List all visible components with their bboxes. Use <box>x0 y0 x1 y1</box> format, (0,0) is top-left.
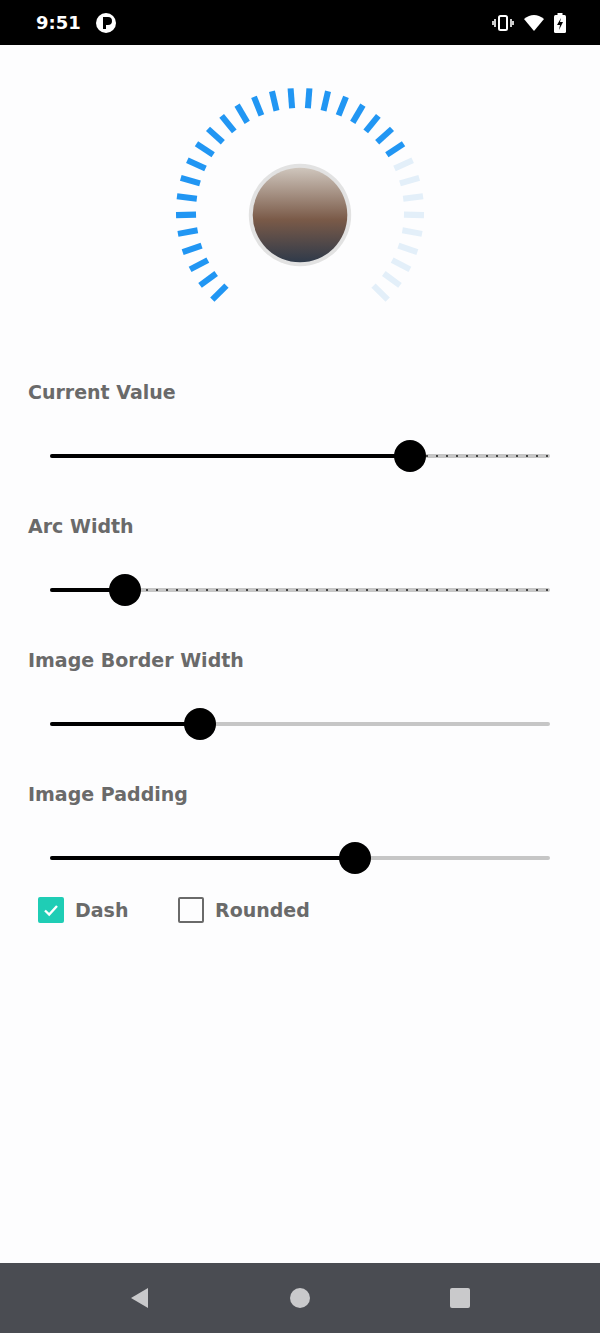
options-row: Dash Rounded <box>0 894 600 926</box>
gauge-dash <box>400 178 419 184</box>
back-button[interactable] <box>112 1270 168 1326</box>
back-icon <box>128 1286 152 1310</box>
slider-track[interactable] <box>50 856 550 860</box>
progress-gauge <box>160 72 440 352</box>
slider-label: Image Padding <box>0 780 600 808</box>
gauge-dash <box>353 105 363 122</box>
slider-row: Image Padding <box>0 780 600 914</box>
gauge-section <box>0 45 600 378</box>
slider-track[interactable] <box>50 454 550 458</box>
home-button[interactable] <box>272 1270 328 1326</box>
vibrate-icon <box>492 14 514 32</box>
recents-button[interactable] <box>432 1270 488 1326</box>
app-notification-icon <box>95 12 117 34</box>
slider-label: Current Value <box>0 378 600 406</box>
gauge-dash <box>392 260 410 269</box>
gauge-dashes <box>176 88 424 299</box>
checkbox[interactable] <box>178 897 204 923</box>
gauge-dash <box>366 116 379 132</box>
status-time: 9:51 <box>36 12 81 33</box>
content: Current Value Arc Width Image Border Width… <box>0 45 600 1263</box>
slider-row: Current Value <box>0 378 600 512</box>
gauge-dash <box>402 230 422 234</box>
gauge-dash <box>291 88 293 108</box>
slider-thumb[interactable] <box>109 574 141 606</box>
slider-thumb[interactable] <box>394 440 426 472</box>
check-icon <box>41 900 61 920</box>
gauge-dash <box>200 274 216 286</box>
checkbox-label: Rounded <box>215 899 310 921</box>
gauge-dash <box>377 129 392 142</box>
gauge-dash <box>272 91 277 110</box>
gauge-dash <box>181 178 200 184</box>
gauge-dash <box>237 105 247 122</box>
slider-label: Image Border Width <box>0 646 600 674</box>
gauge-dash <box>398 246 417 252</box>
slider-active-track <box>50 722 200 726</box>
wifi-icon <box>523 14 545 32</box>
slider-active-track <box>50 856 355 860</box>
slider[interactable] <box>50 838 550 878</box>
gauge-dash <box>178 230 198 234</box>
slider[interactable] <box>50 436 550 476</box>
navigation-bar <box>0 1263 600 1333</box>
slider-thumb[interactable] <box>339 842 371 874</box>
slider-row: Image Border Width <box>0 646 600 780</box>
gauge-dash <box>324 91 329 110</box>
gauge-dash <box>190 260 208 269</box>
slider[interactable] <box>50 704 550 744</box>
battery-charging-icon <box>554 13 566 33</box>
slider-thumb[interactable] <box>184 708 216 740</box>
gauge-dash <box>254 97 261 116</box>
gauge-dash <box>176 212 196 219</box>
status-bar: 9:51 <box>0 0 600 45</box>
gauge-dash <box>339 97 346 116</box>
avatar-photo <box>253 168 348 263</box>
gauge-dash <box>387 144 404 155</box>
checkbox-option[interactable]: Dash <box>38 897 178 923</box>
gauge-dash <box>404 212 424 219</box>
slider-row: Arc Width <box>0 512 600 646</box>
gauge-dash <box>208 129 223 142</box>
slider-active-track <box>50 454 410 458</box>
gauge-dash <box>177 196 197 199</box>
home-icon <box>288 1286 312 1310</box>
gauge-dash <box>308 88 310 108</box>
gauge-dash <box>196 144 213 155</box>
slider-label: Arc Width <box>0 512 600 540</box>
checkbox-option[interactable]: Rounded <box>178 897 318 923</box>
checkbox[interactable] <box>38 897 64 923</box>
gauge-dash <box>395 160 413 168</box>
gauge-dash <box>212 286 226 300</box>
gauge-dash <box>187 160 205 168</box>
gauge-dash <box>222 116 235 132</box>
slider[interactable] <box>50 570 550 610</box>
gauge-dash <box>384 274 400 286</box>
recents-icon <box>448 1286 472 1310</box>
app-screen: 9:51 Current Value Arc Width Image Border W… <box>0 0 600 1333</box>
gauge-dash <box>183 246 202 252</box>
gauge-dash <box>374 286 388 300</box>
checkbox-label: Dash <box>75 899 128 921</box>
slider-track[interactable] <box>50 722 550 726</box>
avatar-border <box>249 164 351 266</box>
gauge-dash <box>403 196 423 199</box>
